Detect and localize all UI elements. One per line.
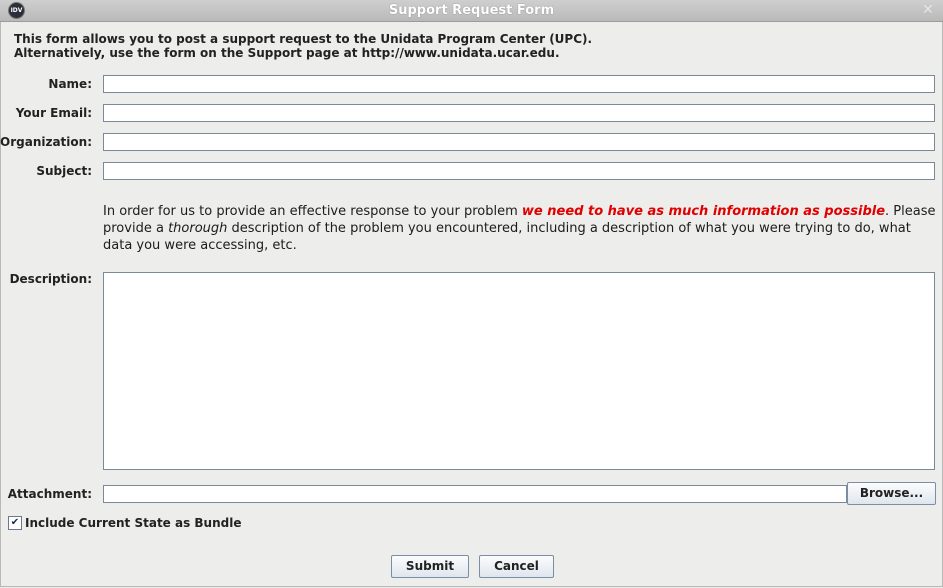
title-bar[interactable]: IDV Support Request Form ✕ bbox=[0, 0, 943, 22]
subject-label: Subject: bbox=[36, 164, 92, 178]
attachment-label: Attachment: bbox=[7, 487, 92, 501]
description-label: Description: bbox=[9, 272, 92, 286]
intro-text: This form allows you to post a support r… bbox=[14, 32, 592, 60]
email-label: Your Email: bbox=[15, 106, 92, 120]
bundle-checkbox[interactable]: ✔ bbox=[8, 516, 22, 530]
form-panel: This form allows you to post a support r… bbox=[0, 22, 943, 587]
name-label: Name: bbox=[48, 77, 92, 91]
info-emphasis: we need to have as much information as p… bbox=[521, 204, 886, 219]
browse-button[interactable]: Browse... bbox=[847, 482, 936, 505]
submit-button[interactable]: Submit bbox=[391, 555, 469, 578]
email-input[interactable] bbox=[103, 104, 935, 122]
cancel-button[interactable]: Cancel bbox=[479, 555, 554, 578]
name-input[interactable] bbox=[103, 75, 935, 93]
organization-input[interactable] bbox=[103, 133, 935, 151]
info-italic: thorough bbox=[168, 221, 228, 236]
attachment-input[interactable] bbox=[103, 485, 847, 503]
close-icon[interactable]: ✕ bbox=[919, 1, 937, 19]
window-title: Support Request Form bbox=[388, 3, 555, 18]
description-instructions: In order for us to provide an effective … bbox=[103, 203, 938, 254]
description-textarea[interactable] bbox=[103, 272, 935, 470]
intro-line-2: Alternatively, use the form on the Suppo… bbox=[14, 46, 560, 60]
bundle-checkbox-label[interactable]: Include Current State as Bundle bbox=[25, 516, 242, 530]
intro-line-1: This form allows you to post a support r… bbox=[14, 32, 593, 46]
info-text-1: In order for us to provide an effective … bbox=[103, 204, 522, 219]
organization-label: Organization: bbox=[0, 135, 92, 149]
subject-input[interactable] bbox=[103, 162, 935, 180]
